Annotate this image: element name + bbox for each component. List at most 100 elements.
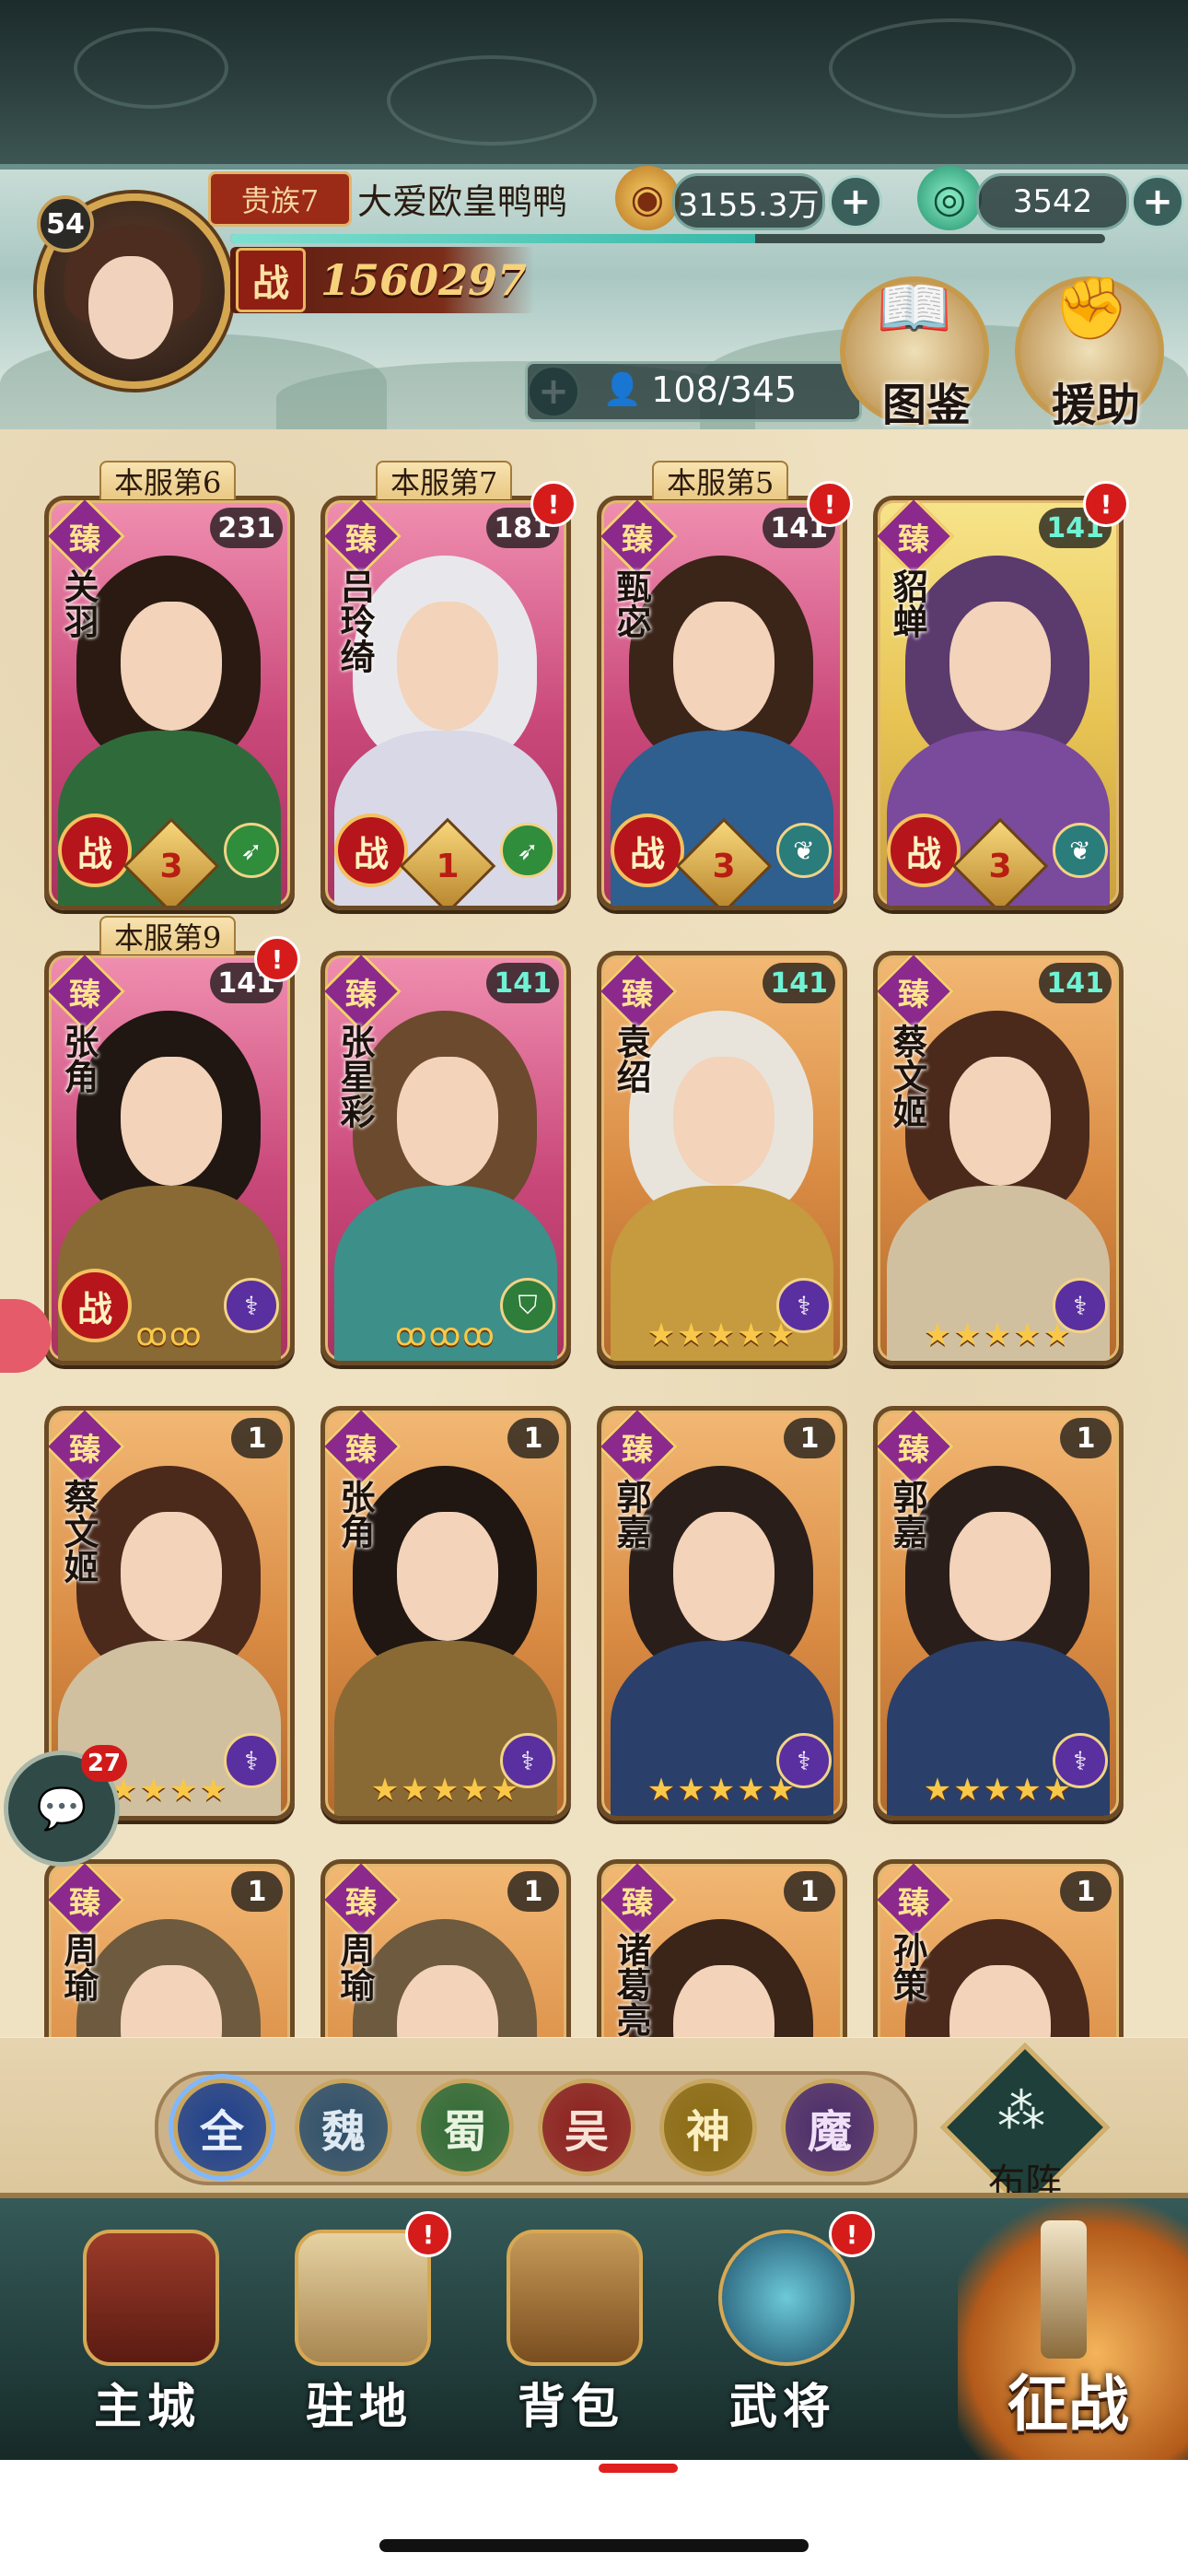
hero-card[interactable]: 臻 141 甄宓战 ❦ 3 <box>597 496 847 910</box>
hero-grade-text: 臻 <box>345 1884 377 1922</box>
codex-label: 图鉴 <box>882 380 972 431</box>
hero-card[interactable]: 臻 141 张星彩 ⛉ ꝏꝏꝏ <box>320 951 571 1365</box>
hero-grade-text: 臻 <box>622 976 653 1013</box>
hero-grade-text: 臻 <box>345 521 377 558</box>
hero-stars: ★★★★★ <box>923 1772 1074 1809</box>
hero-name: 蔡文姬 <box>887 1024 928 1129</box>
nav-garrison[interactable]: 驻地 ! <box>267 2211 451 2451</box>
home-indicator[interactable] <box>379 2539 809 2552</box>
hero-face <box>121 1512 222 1641</box>
hero-name: 周瑜 <box>58 1932 99 2002</box>
nav-main-city-label: 主城 <box>93 2379 201 2435</box>
hero-stars: ★★★★★ <box>370 1772 521 1809</box>
hero-grade-text: 臻 <box>898 1884 929 1922</box>
hero-level: 141 <box>763 963 835 1003</box>
hero-name: 郭嘉 <box>611 1479 652 1549</box>
hero-card[interactable]: 臻 231 关羽战 ➶ 3 <box>44 496 295 910</box>
hero-name: 吕玲绮 <box>334 568 376 673</box>
hero-card[interactable]: 臻 141 貂蝉战 ❦ 3 <box>873 496 1124 910</box>
hero-grade-text: 臻 <box>622 521 653 558</box>
hero-stars: ꝏꝏꝏ <box>395 1317 496 1353</box>
hero-level: 141 <box>486 963 559 1003</box>
nav-main-city[interactable]: 主城 <box>55 2211 239 2451</box>
hero-grade-badge: 臻 <box>49 500 125 577</box>
hero-grade-badge: 臻 <box>601 1864 678 1940</box>
hero-count: 👤 108/345 <box>562 365 838 415</box>
hero-card[interactable]: 臻 1 周瑜 <box>320 1859 571 2037</box>
hero-roster: 臻 231 关羽战 ➶ 3 本服第6 臻 181 吕玲绮战 ➶ 1 本服第7! 臻 141 甄宓战 ❦ 3 本服第… <box>0 429 1188 2037</box>
add-gold-button[interactable]: + <box>829 175 882 228</box>
player-level-badge: 54 <box>37 195 94 252</box>
hero-grade-text: 臻 <box>69 976 100 1013</box>
faction-all-button[interactable]: 全 <box>173 2078 271 2176</box>
hero-card[interactable]: 臻 141 袁绍 ⚕ ★★★★★ <box>597 951 847 1365</box>
sword-icon <box>1041 2220 1087 2359</box>
hero-card[interactable]: 臻 1 诸葛亮 <box>597 1859 847 2037</box>
hero-grade-text: 臻 <box>69 521 100 558</box>
hero-grade-text: 臻 <box>69 1884 100 1922</box>
hero-name: 张角 <box>334 1479 376 1549</box>
hero-grade-badge: 臻 <box>878 955 954 1032</box>
combat-power: 战 1560297 <box>230 247 534 313</box>
garrison-alert-badge: ! <box>405 2211 451 2257</box>
treasure-chest-icon <box>507 2230 643 2366</box>
nav-backpack[interactable]: 背包 <box>479 2211 663 2451</box>
player-name: 大爱欧皇鸭鸭 <box>357 181 568 222</box>
faction-god-button[interactable]: 神 <box>659 2078 757 2176</box>
formation-icon: ⁂ <box>997 2084 1045 2139</box>
xp-progress-fill <box>230 234 755 243</box>
hero-alert-badge: ! <box>1083 481 1129 527</box>
hero-card[interactable]: 臻 141 张角战 ⚕ ꝏꝏ <box>44 951 295 1365</box>
hero-stars: ★★★★★ <box>923 1317 1074 1353</box>
hero-card[interactable]: 臻 1 张角 ⚕ ★★★★★ <box>320 1406 571 1821</box>
hero-stars: ★★★★★ <box>646 1772 798 1809</box>
hero-card[interactable]: 臻 1 孙策 <box>873 1859 1124 2037</box>
hero-grade-text: 臻 <box>622 1884 653 1922</box>
hero-name: 甄宓 <box>611 568 652 638</box>
hero-name: 貂蝉 <box>887 568 928 638</box>
hero-face <box>121 602 222 731</box>
nav-generals-label: 武将 <box>728 2379 836 2435</box>
hero-name: 张角 <box>58 1024 99 1094</box>
power-label: 战 <box>236 248 306 312</box>
page-indicator-1 <box>479 2464 556 2473</box>
hero-face <box>121 1057 222 1186</box>
hero-card[interactable]: 臻 1 周瑜 <box>44 1859 295 2037</box>
hero-grade-text: 臻 <box>898 521 929 558</box>
faction-wei-button[interactable]: 魏 <box>295 2078 392 2176</box>
hero-card[interactable]: 臻 1 郭嘉 ⚕ ★★★★★ <box>873 1406 1124 1821</box>
page-indicator-2 <box>599 2464 678 2473</box>
hero-count-value: 108/345 <box>651 369 798 410</box>
hero-face <box>397 1512 498 1641</box>
in-battle-badge: 战 <box>611 814 684 887</box>
noble-rank-badge[interactable]: 贵族7 <box>208 171 352 227</box>
hero-grade-badge: 臻 <box>49 1864 125 1940</box>
nav-garrison-label: 驻地 <box>305 2379 413 2435</box>
server-rank-tag: 本服第6 <box>99 461 237 500</box>
hero-card[interactable]: 臻 141 蔡文姬 ⚕ ★★★★★ <box>873 951 1124 1365</box>
hero-level: 141 <box>1039 963 1112 1003</box>
hero-name: 蔡文姬 <box>58 1479 99 1584</box>
hero-card[interactable]: 臻 181 吕玲绮战 ➶ 1 <box>320 496 571 910</box>
faction-wu-button[interactable]: 吴 <box>538 2078 635 2176</box>
hero-grade-badge: 臻 <box>325 1411 402 1487</box>
hero-card[interactable]: 臻 1 郭嘉 ⚕ ★★★★★ <box>597 1406 847 1821</box>
hero-stars: ★★★★★ <box>646 1317 798 1353</box>
generals-alert-badge: ! <box>829 2211 875 2257</box>
hero-level: 1 <box>231 1871 283 1912</box>
palace-icon <box>83 2230 219 2366</box>
hero-name: 周瑜 <box>334 1932 376 2002</box>
faction-shu-button[interactable]: 蜀 <box>416 2078 514 2176</box>
hero-level: 1 <box>784 1418 835 1458</box>
nav-generals[interactable]: 武将 ! <box>691 2211 875 2451</box>
add-jade-button[interactable]: + <box>1131 175 1184 228</box>
hero-name: 孙策 <box>887 1932 928 2002</box>
helmet-icon <box>718 2230 855 2366</box>
hero-name: 袁绍 <box>611 1024 652 1094</box>
hero-level: 1 <box>1060 1871 1112 1912</box>
hero-grade-badge: 臻 <box>325 1864 402 1940</box>
chat-unread-badge: 27 <box>81 1745 127 1782</box>
faction-demon-button[interactable]: 魔 <box>781 2078 879 2176</box>
hero-alert-badge: ! <box>254 936 300 982</box>
xp-progress-bar <box>230 234 1105 243</box>
